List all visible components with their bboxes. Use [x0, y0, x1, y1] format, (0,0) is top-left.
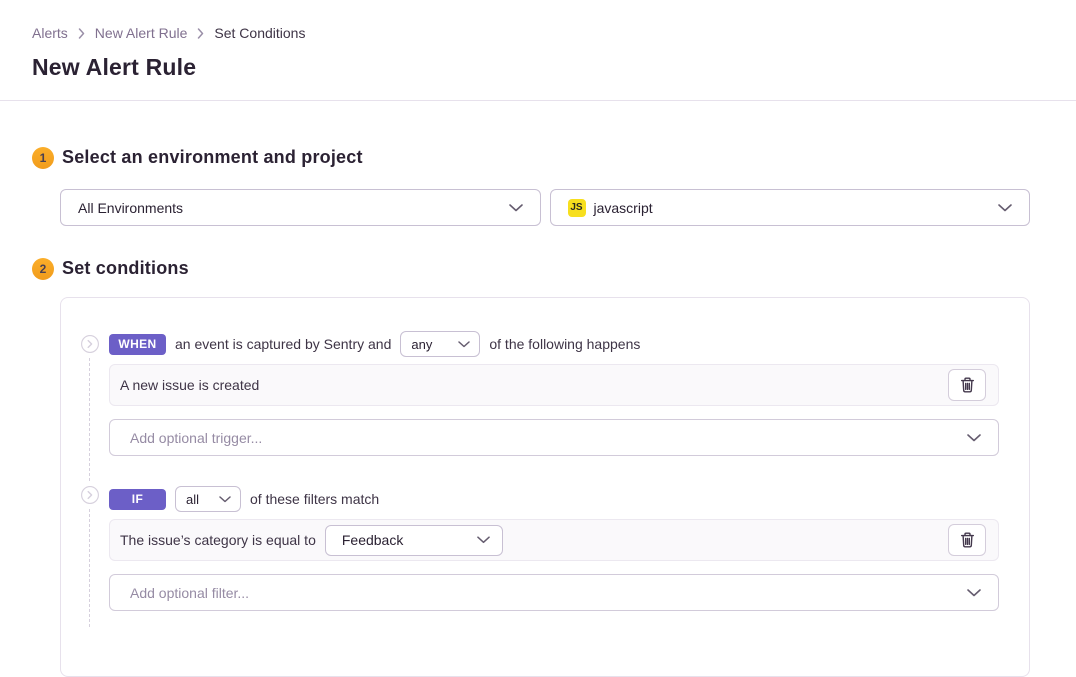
circle-chevron-icon — [81, 335, 99, 353]
environment-project-row: All Environments JS javascript — [60, 189, 1030, 226]
step1-number-badge: 1 — [32, 147, 54, 169]
chevron-down-icon — [998, 204, 1012, 212]
connector-dotted-line — [89, 358, 90, 481]
trash-icon — [960, 532, 975, 548]
main-content: 1 Select an environment and project All … — [0, 120, 1076, 677]
breadcrumb-new-alert-rule[interactable]: New Alert Rule — [95, 25, 188, 41]
when-match-select[interactable]: any — [400, 331, 480, 357]
circle-chevron-icon — [81, 486, 99, 504]
environment-select-value: All Environments — [78, 200, 183, 216]
step1-heading: 1 Select an environment and project — [32, 120, 1044, 170]
trigger-row-label-wrap: A new issue is created — [120, 377, 259, 393]
when-badge: WHEN — [109, 334, 166, 355]
when-match-select-value: any — [411, 337, 432, 352]
page-title: New Alert Rule — [32, 54, 1044, 81]
environment-select[interactable]: All Environments — [60, 189, 541, 226]
chevron-down-icon — [477, 536, 490, 544]
page-header: Alerts New Alert Rule Set Conditions New… — [0, 0, 1076, 101]
if-section: IF all of these filters match The issue’… — [109, 486, 999, 611]
project-select-label: JS javascript — [568, 199, 653, 217]
project-select[interactable]: JS javascript — [550, 189, 1031, 226]
if-match-select-value: all — [186, 492, 199, 507]
trigger-row: A new issue is created — [109, 364, 999, 406]
add-optional-trigger-select[interactable]: Add optional trigger... — [109, 419, 999, 456]
add-optional-filter-placeholder: Add optional filter... — [130, 585, 249, 601]
add-optional-trigger-placeholder: Add optional trigger... — [130, 430, 262, 446]
breadcrumb-alerts[interactable]: Alerts — [32, 25, 68, 41]
chevron-down-icon — [509, 204, 523, 212]
filter-category-select[interactable]: Feedback — [325, 525, 503, 556]
chevron-down-icon — [219, 496, 231, 503]
when-text-before: an event is captured by Sentry and — [175, 336, 391, 352]
conditions-card-inner: WHEN an event is captured by Sentry and … — [61, 298, 1029, 611]
filter-row-label-wrap: The issue’s category is equal to Feedbac… — [120, 525, 503, 556]
if-text-after: of these filters match — [250, 491, 379, 507]
chevron-down-icon — [967, 589, 981, 597]
when-text-after: of the following happens — [489, 336, 640, 352]
chevron-right-icon — [197, 28, 204, 39]
step1-title: Select an environment and project — [62, 147, 363, 168]
if-match-select[interactable]: all — [175, 486, 241, 512]
project-select-value: javascript — [594, 200, 653, 216]
breadcrumb: Alerts New Alert Rule Set Conditions — [32, 25, 1044, 41]
step2-heading: 2 Set conditions — [32, 256, 1044, 281]
filter-row: The issue’s category is equal to Feedbac… — [109, 519, 999, 561]
if-badge: IF — [109, 489, 166, 510]
conditions-card: WHEN an event is captured by Sentry and … — [60, 297, 1030, 677]
chevron-down-icon — [458, 341, 470, 348]
chevron-down-icon — [967, 434, 981, 442]
trigger-row-label: A new issue is created — [120, 377, 259, 393]
javascript-platform-icon: JS — [568, 199, 586, 217]
if-header: IF all of these filters match — [109, 486, 999, 512]
step2-number-badge: 2 — [32, 258, 54, 280]
breadcrumb-set-conditions: Set Conditions — [214, 25, 305, 41]
delete-trigger-button[interactable] — [948, 369, 986, 401]
step2-title: Set conditions — [62, 258, 189, 279]
chevron-right-icon — [78, 28, 85, 39]
connector-dotted-line — [89, 509, 90, 627]
filter-category-select-value: Feedback — [342, 532, 403, 548]
when-header: WHEN an event is captured by Sentry and … — [109, 331, 999, 357]
trash-icon — [960, 377, 975, 393]
add-optional-filter-select[interactable]: Add optional filter... — [109, 574, 999, 611]
filter-row-label: The issue’s category is equal to — [120, 532, 316, 548]
delete-filter-button[interactable] — [948, 524, 986, 556]
when-section: WHEN an event is captured by Sentry and … — [109, 331, 999, 456]
